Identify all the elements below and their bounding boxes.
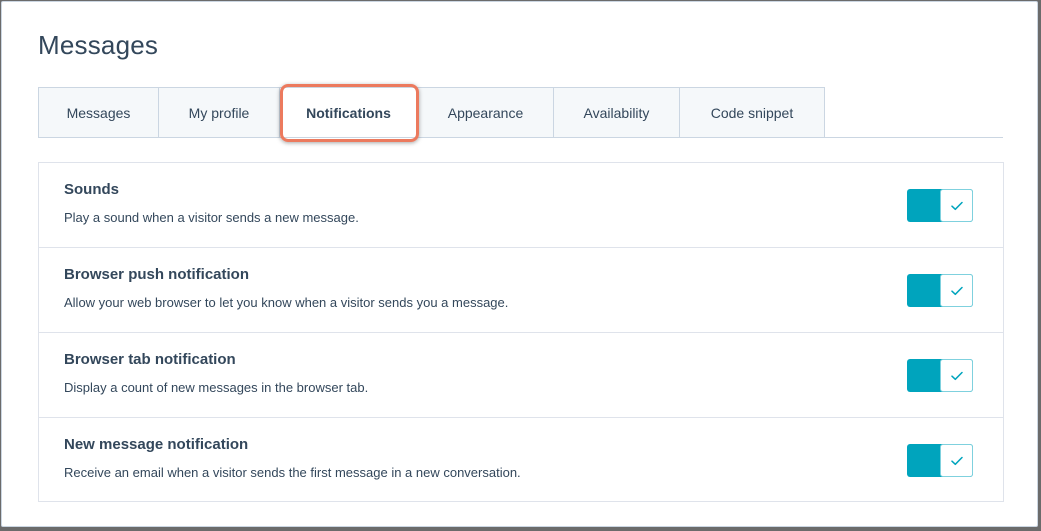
toggle-knob (940, 189, 973, 222)
setting-row-browser-tab: Browser tab notification Display a count… (39, 333, 1003, 418)
sounds-toggle[interactable] (907, 189, 973, 222)
check-icon (950, 286, 963, 296)
setting-description: Receive an email when a visitor sends th… (64, 465, 521, 480)
tab-bar: Messages My profile Notifications Appear… (38, 87, 1003, 138)
settings-window: Messages Messages My profile Notificatio… (1, 1, 1038, 527)
tab-appearance[interactable]: Appearance (418, 87, 554, 137)
setting-title: New message notification (64, 436, 249, 453)
check-icon (950, 456, 963, 466)
tab-my-profile[interactable]: My profile (159, 87, 280, 137)
notification-settings-list: Sounds Play a sound when a visitor sends… (38, 162, 1004, 502)
setting-title: Browser push notification (64, 266, 250, 283)
setting-description: Allow your web browser to let you know w… (64, 295, 509, 310)
toggle-knob (940, 444, 973, 477)
setting-row-sounds: Sounds Play a sound when a visitor sends… (39, 163, 1003, 248)
setting-row-browser-push: Browser push notification Allow your web… (39, 248, 1003, 333)
tab-availability[interactable]: Availability (554, 87, 680, 137)
setting-description: Display a count of new messages in the b… (64, 380, 369, 395)
page-title: Messages (38, 30, 159, 60)
toggle-knob (940, 274, 973, 307)
setting-title: Sounds (64, 181, 119, 198)
tab-notifications[interactable]: Notifications (280, 87, 418, 137)
setting-description: Play a sound when a visitor sends a new … (64, 210, 359, 225)
browser-push-toggle[interactable] (907, 274, 973, 307)
tab-messages[interactable]: Messages (38, 87, 159, 137)
setting-title: Browser tab notification (64, 351, 236, 368)
check-icon (950, 201, 963, 211)
setting-row-new-message: New message notification Receive an emai… (39, 418, 1003, 503)
check-icon (950, 371, 963, 381)
toggle-knob (940, 359, 973, 392)
tab-code-snippet[interactable]: Code snippet (680, 87, 825, 137)
browser-tab-toggle[interactable] (907, 359, 973, 392)
new-message-toggle[interactable] (907, 444, 973, 477)
